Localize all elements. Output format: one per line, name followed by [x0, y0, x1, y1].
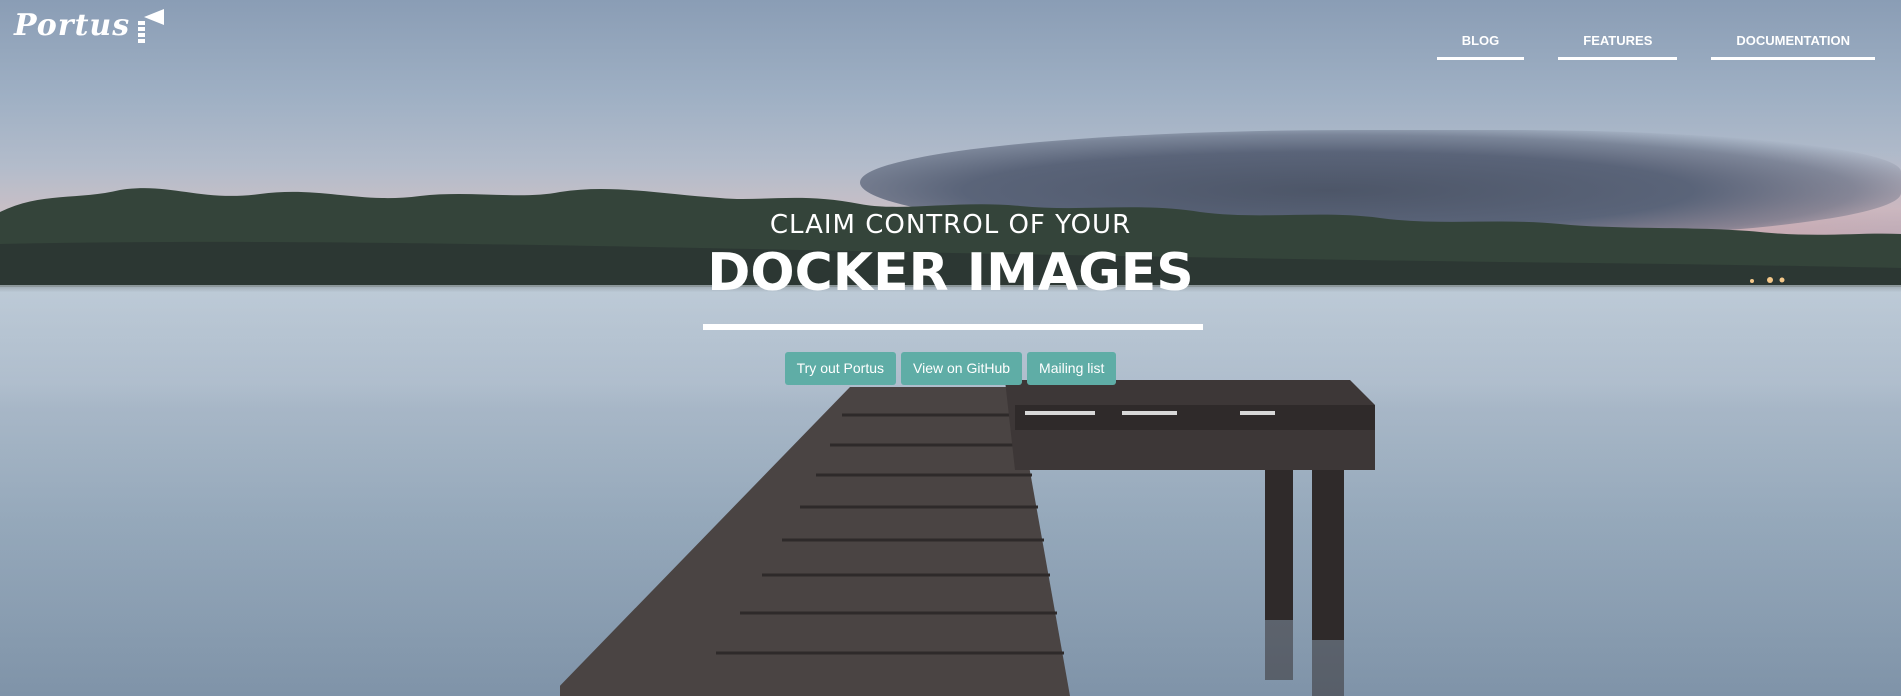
mailing-list-button[interactable]: Mailing list — [1027, 352, 1117, 385]
headline-divider — [703, 324, 1203, 330]
brand-name: Portus — [14, 8, 131, 43]
brand-logo[interactable]: Portus — [14, 8, 166, 43]
hero-section: Portus BLOG FEATURES DOCUMENTATION CLAIM… — [0, 0, 1901, 696]
view-on-github-button[interactable]: View on GitHub — [901, 352, 1023, 385]
wooden-pier — [560, 380, 1375, 696]
lighthouse-icon — [138, 9, 165, 43]
hero-headline: CLAIM CONTROL OF YOUR DOCKER IMAGES — [0, 207, 1901, 303]
nav-item-documentation[interactable]: DOCUMENTATION — [1711, 30, 1875, 60]
main-nav: BLOG FEATURES DOCUMENTATION — [1436, 30, 1875, 60]
hero-title: DOCKER IMAGES — [707, 243, 1194, 303]
nav-item-features[interactable]: FEATURES — [1558, 30, 1678, 60]
try-out-portus-button[interactable]: Try out Portus — [784, 352, 897, 385]
nav-item-blog[interactable]: BLOG — [1436, 30, 1525, 60]
hero-subtitle: CLAIM CONTROL OF YOUR — [769, 210, 1132, 240]
hero-actions: Try out Portus View on GitHub Mailing li… — [0, 352, 1901, 385]
